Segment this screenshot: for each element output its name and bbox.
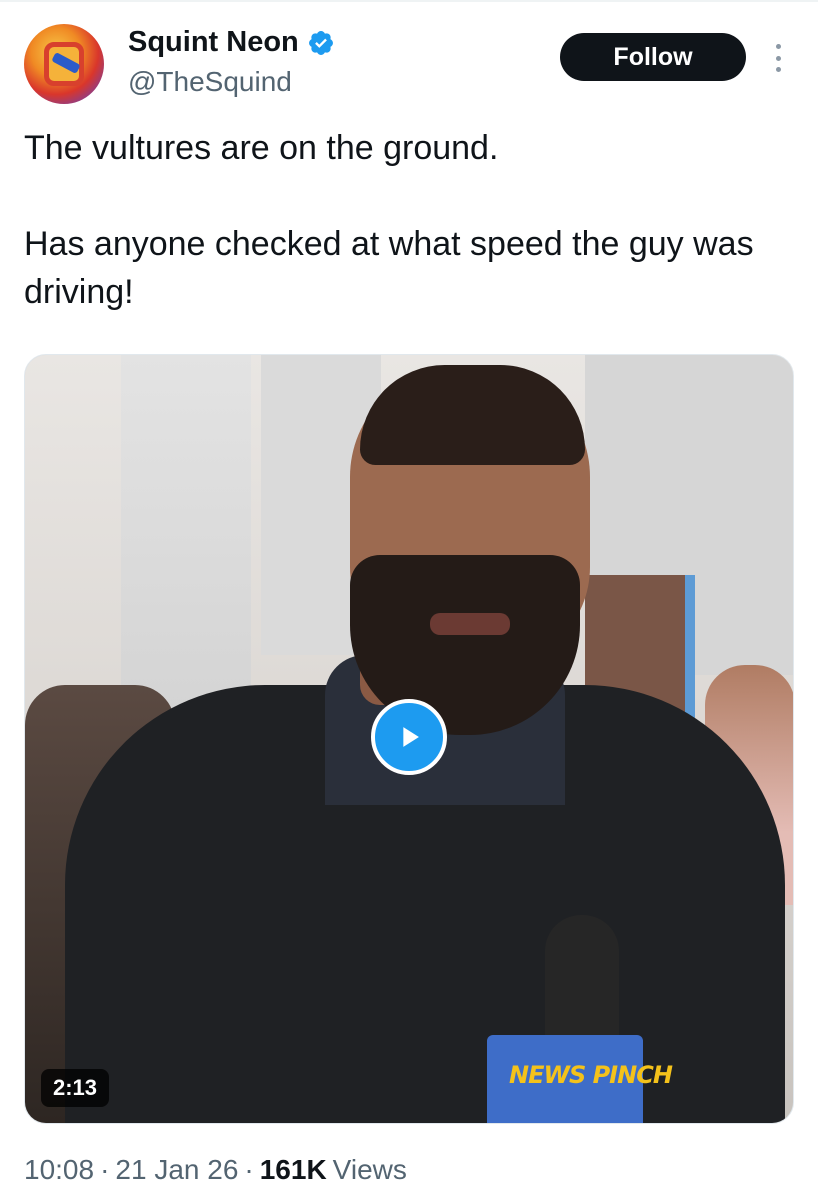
- more-dot: [775, 55, 781, 61]
- tweet-date[interactable]: 21 Jan 26: [115, 1154, 238, 1186]
- verified-badge-icon: [307, 29, 335, 57]
- mic-flag-text: NEWS PINCH: [509, 1061, 673, 1089]
- tweet-paragraph: The vultures are on the ground.: [24, 129, 499, 167]
- views-count[interactable]: 161K: [260, 1154, 327, 1186]
- views-label: Views: [332, 1154, 407, 1185]
- name-row: Squint Neon: [128, 26, 335, 59]
- author-display-name[interactable]: Squint Neon: [128, 26, 299, 59]
- video-building: [121, 355, 251, 715]
- author-handle[interactable]: @TheSquind: [128, 66, 292, 98]
- follow-button[interactable]: Follow: [560, 33, 746, 81]
- tweet-time[interactable]: 10:08: [24, 1154, 94, 1186]
- avatar[interactable]: [24, 24, 104, 104]
- tweet-paragraph: Has anyone checked at what speed the guy…: [24, 225, 754, 311]
- tweet-text: The vultures are on the ground. Has anyo…: [24, 124, 794, 316]
- video-player[interactable]: NEWS PINCH 2:13: [24, 354, 794, 1124]
- play-button[interactable]: [371, 699, 447, 775]
- meta-separator: ·: [244, 1154, 254, 1185]
- tweet-meta: 10:08 · 21 Jan 26 · 161K Views: [24, 1154, 407, 1186]
- video-duration-badge: 2:13: [41, 1069, 110, 1107]
- meta-separator: ·: [100, 1154, 110, 1185]
- more-dot: [775, 67, 781, 72]
- play-icon: [403, 727, 419, 747]
- more-vertical-icon[interactable]: [768, 40, 788, 76]
- tweet-header: Squint Neon @TheSquind Follow: [24, 24, 794, 106]
- video-person-mouth: [430, 613, 510, 635]
- more-dot: [775, 44, 781, 49]
- top-divider: [0, 0, 818, 2]
